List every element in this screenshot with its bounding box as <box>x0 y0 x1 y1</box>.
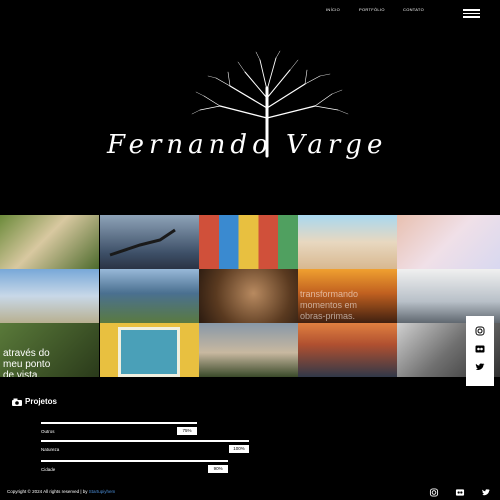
gallery-photo-sunset[interactable]: transformando momentos em obras-primas. <box>298 269 397 323</box>
skill-bar-percent: 75% <box>177 427 197 435</box>
twitter-icon[interactable] <box>481 488 491 497</box>
brand-name: Fernando Varge <box>107 130 388 160</box>
gallery-photo-sailboat[interactable] <box>298 323 397 377</box>
overlay-text: através do meu ponto de vista. <box>3 348 51 377</box>
photo-gallery: transformando momentos em obras-primas. … <box>0 215 500 378</box>
footer: Copyright © 2024 All rights reserved | b… <box>0 480 500 500</box>
skill-bar-label: Natureza <box>41 447 60 452</box>
skill-bar-percent: 100% <box>229 445 249 453</box>
nav-inicio[interactable]: INÍCIO <box>326 7 340 12</box>
flickr-icon[interactable] <box>455 488 465 497</box>
gallery-photo-friends[interactable] <box>0 215 99 269</box>
gallery-photo-houses[interactable] <box>199 215 298 269</box>
skill-bar-label: Outros <box>41 429 55 434</box>
instagram-icon[interactable] <box>475 326 485 336</box>
author-link[interactable]: Startupiyhem <box>89 489 116 494</box>
gallery-photo-tree-quote[interactable]: através do meu ponto de vista. <box>0 323 99 377</box>
nav-contato[interactable]: CONTATO <box>403 7 424 12</box>
gallery-photo-child[interactable] <box>199 269 298 323</box>
skill-bar-track <box>41 422 197 424</box>
gallery-photo-baby[interactable] <box>397 215 500 269</box>
skill-bar-label: Cidade <box>41 467 56 472</box>
gallery-photo-couple-dusk[interactable] <box>199 323 298 377</box>
gallery-photo-branch[interactable] <box>100 215 199 269</box>
copyright-text: Copyright © 2024 All rights reserved | b… <box>7 489 115 494</box>
skill-bar-track <box>41 460 229 462</box>
gallery-photo-beach-family[interactable] <box>298 215 397 269</box>
gallery-photo-coast[interactable] <box>100 269 199 323</box>
gallery-photo-sea-silhouette[interactable] <box>397 269 500 323</box>
skill-bar-percent: 90% <box>208 465 229 473</box>
instagram-icon[interactable] <box>429 488 439 497</box>
projects-icon <box>12 398 22 406</box>
top-nav: INÍCIO PORTFÓLIO CONTATO <box>0 7 500 19</box>
twitter-icon[interactable] <box>475 362 485 372</box>
copyright-label: Copyright © 2024 All rights reserved | b… <box>7 489 88 494</box>
gallery-photo-window[interactable] <box>100 323 199 377</box>
nav-portfolio[interactable]: PORTFÓLIO <box>359 7 385 12</box>
skill-bar-track <box>41 440 249 442</box>
overlay-text: transformando momentos em obras-primas. <box>300 289 359 321</box>
menu-icon[interactable] <box>463 9 480 18</box>
social-sidebar <box>466 316 494 386</box>
flickr-icon[interactable] <box>475 344 485 354</box>
gallery-photo-church[interactable] <box>0 269 99 323</box>
projects-title: Projetos <box>25 397 58 406</box>
